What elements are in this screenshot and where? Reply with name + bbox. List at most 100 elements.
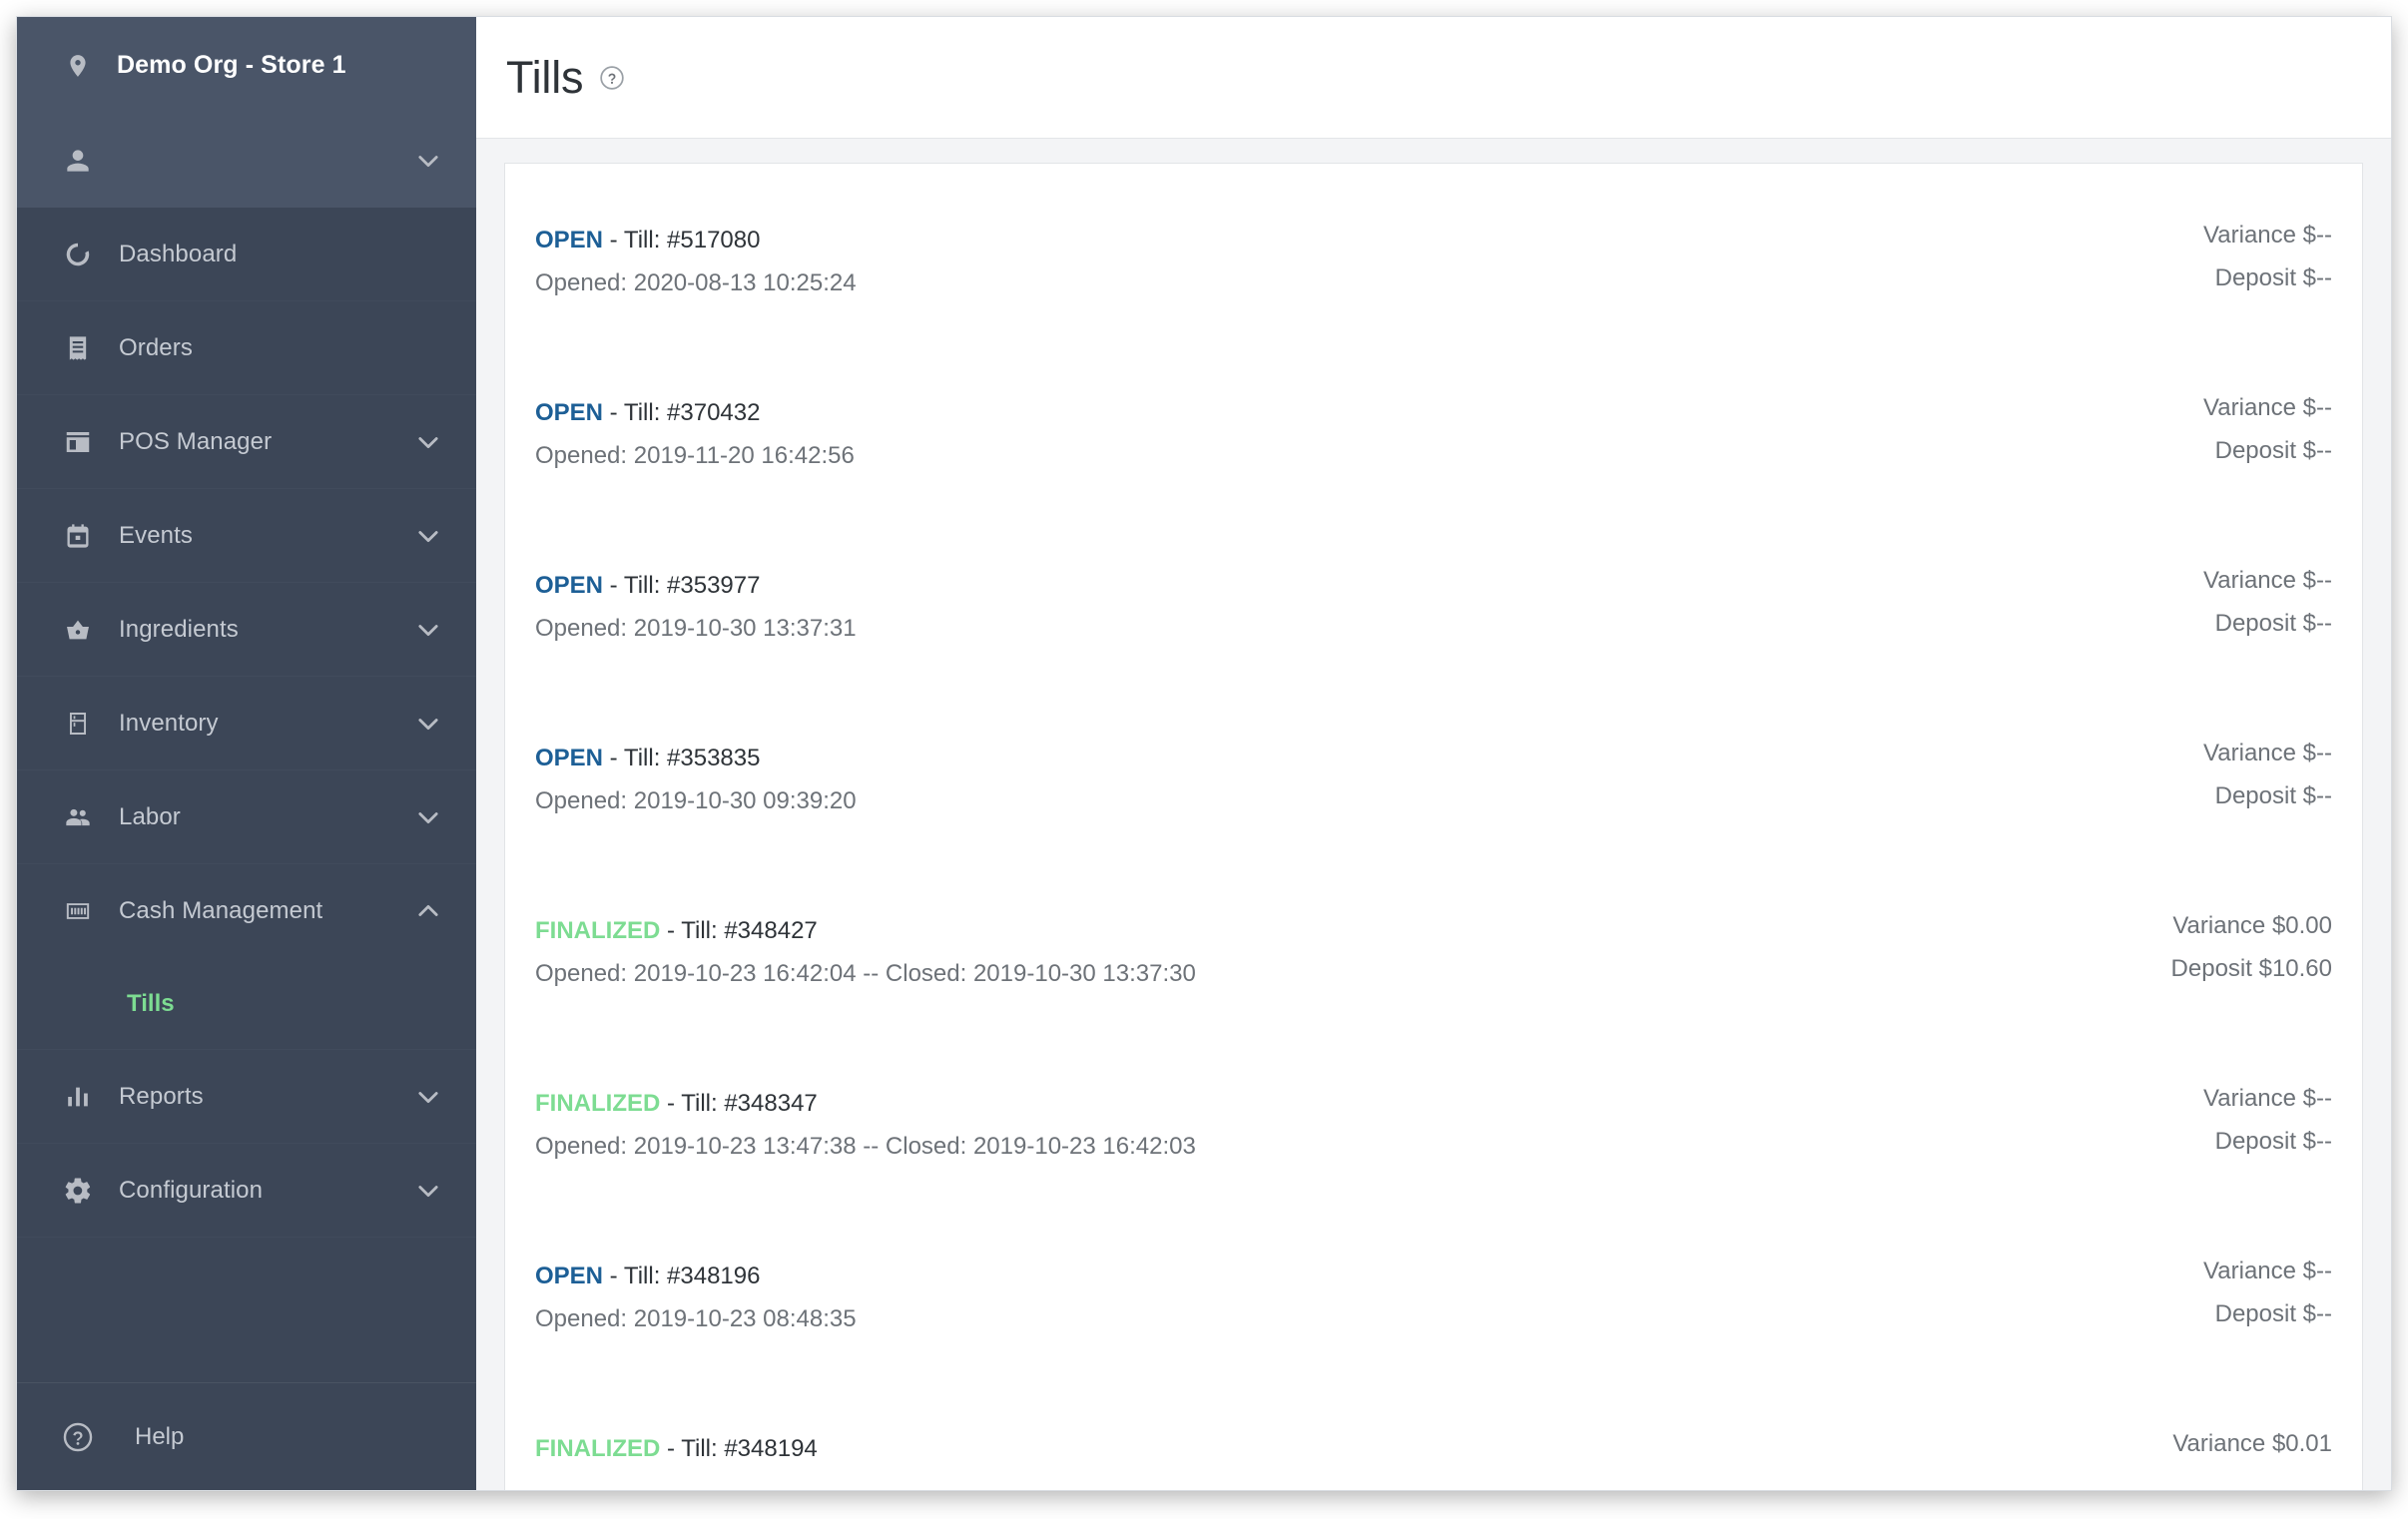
- till-times: Opened: 2019-10-30 13:37:31: [535, 615, 857, 643]
- table-row[interactable]: OPEN - Till: #353977 Opened: 2019-10-30 …: [535, 509, 2332, 682]
- till-amounts: Variance $0.00 Deposit $10.60: [2171, 854, 2332, 986]
- till-id: Till: #370432: [623, 399, 761, 426]
- till-deposit: Deposit $--: [2214, 264, 2332, 292]
- app-window: Demo Org - Store 1 Dashboard Orders POS …: [16, 16, 2392, 1491]
- till-heading: FINALIZED - Till: #348347: [535, 1087, 1196, 1121]
- org-selector[interactable]: Demo Org - Store 1: [17, 17, 476, 114]
- status-badge: OPEN: [535, 227, 604, 253]
- basket-icon: [61, 616, 95, 644]
- till-info: OPEN - Till: #370432 Opened: 2019-11-20 …: [535, 336, 855, 473]
- till-deposit: Deposit $--: [2214, 610, 2332, 638]
- user-menu-toggle[interactable]: [17, 114, 476, 208]
- table-row[interactable]: FINALIZED - Till: #348347 Opened: 2019-1…: [535, 1027, 2332, 1200]
- chevron-down-icon[interactable]: [414, 616, 442, 644]
- tills-scroll-area[interactable]: OPEN - Till: #517080 Opened: 2020-08-13 …: [476, 139, 2391, 1490]
- sidebar-item-ingredients[interactable]: Ingredients: [17, 583, 476, 677]
- chevron-down-icon[interactable]: [414, 803, 442, 831]
- table-row[interactable]: OPEN - Till: #348196 Opened: 2019-10-23 …: [535, 1200, 2332, 1372]
- gear-icon: [61, 1176, 95, 1206]
- bar-chart-icon: [61, 1083, 95, 1111]
- till-deposit: Deposit $--: [2214, 782, 2332, 810]
- till-times: Opened: 2019-11-20 16:42:56: [535, 442, 855, 470]
- till-heading: FINALIZED - Till: #348194: [535, 1432, 818, 1466]
- till-variance: Variance $--: [2203, 222, 2332, 249]
- till-heading: OPEN - Till: #370432: [535, 396, 855, 430]
- till-deposit: Deposit $--: [2214, 1300, 2332, 1328]
- till-heading: OPEN - Till: #517080: [535, 224, 857, 257]
- till-variance: Variance $--: [2203, 1258, 2332, 1284]
- chevron-down-icon[interactable]: [414, 428, 442, 456]
- table-row[interactable]: FINALIZED - Till: #348194 Variance $0.01: [535, 1372, 2332, 1490]
- sidebar-footer: Help: [17, 1382, 476, 1490]
- till-separator: -: [660, 1435, 682, 1462]
- sidebar-help-label: Help: [135, 1422, 185, 1450]
- sidebar-item-label: POS Manager: [119, 427, 273, 455]
- org-name: Demo Org - Store 1: [117, 51, 346, 79]
- sidebar-item-tills[interactable]: Tills: [17, 958, 476, 1050]
- storefront-icon: [61, 427, 95, 457]
- sidebar-item-dashboard[interactable]: Dashboard: [17, 208, 476, 301]
- sidebar-item-help[interactable]: Help: [17, 1383, 476, 1490]
- till-id: Till: #348427: [681, 917, 818, 944]
- calendar-icon: [61, 522, 95, 550]
- till-deposit: Deposit $--: [2214, 1128, 2332, 1156]
- till-info: FINALIZED - Till: #348427 Opened: 2019-1…: [535, 854, 1196, 991]
- sidebar-item-configuration[interactable]: Configuration: [17, 1144, 476, 1238]
- till-info: FINALIZED - Till: #348347 Opened: 2019-1…: [535, 1027, 1196, 1164]
- till-separator: -: [603, 745, 624, 771]
- chevron-down-icon[interactable]: [414, 1083, 442, 1111]
- till-times: Opened: 2019-10-23 13:47:38 -- Closed: 2…: [535, 1133, 1196, 1161]
- chevron-down-icon: [414, 147, 442, 175]
- till-amounts: Variance $-- Deposit $--: [2203, 1027, 2332, 1159]
- page-title: Tills: [506, 51, 584, 103]
- till-id: Till: #348194: [681, 1435, 818, 1462]
- sidebar-item-events[interactable]: Events: [17, 489, 476, 583]
- chevron-down-icon[interactable]: [414, 710, 442, 738]
- sidebar-item-pos-manager[interactable]: POS Manager: [17, 395, 476, 489]
- sidebar-item-label: Cash Management: [119, 897, 323, 924]
- till-heading: FINALIZED - Till: #348427: [535, 914, 1196, 948]
- till-amounts: Variance $-- Deposit $--: [2203, 1200, 2332, 1331]
- sidebar-item-orders[interactable]: Orders: [17, 301, 476, 395]
- status-badge: OPEN: [535, 745, 604, 771]
- dashboard-donut-icon: [61, 240, 95, 269]
- chevron-down-icon[interactable]: [414, 522, 442, 550]
- till-heading: OPEN - Till: #353835: [535, 742, 857, 775]
- status-badge: FINALIZED: [535, 1090, 661, 1117]
- table-row[interactable]: OPEN - Till: #353835 Opened: 2019-10-30 …: [535, 682, 2332, 854]
- help-circle-icon: [61, 1420, 95, 1454]
- sidebar-nav: Dashboard Orders POS Manager Events Ingr…: [17, 208, 476, 1382]
- sidebar-item-reports[interactable]: Reports: [17, 1050, 476, 1144]
- status-badge: OPEN: [535, 1263, 604, 1289]
- till-id: Till: #348196: [623, 1263, 761, 1289]
- sidebar-item-inventory[interactable]: Inventory: [17, 677, 476, 770]
- till-times: Opened: 2019-10-23 16:42:04 -- Closed: 2…: [535, 960, 1196, 988]
- status-badge: OPEN: [535, 572, 604, 599]
- till-separator: -: [603, 399, 624, 426]
- till-times: Opened: 2019-10-23 08:48:35: [535, 1305, 857, 1333]
- people-icon: [61, 803, 95, 831]
- till-times: Opened: 2019-10-30 09:39:20: [535, 787, 857, 815]
- sidebar-item-label: Configuration: [119, 1176, 264, 1204]
- chevron-down-icon[interactable]: [414, 1177, 442, 1205]
- table-row[interactable]: OPEN - Till: #517080 Opened: 2020-08-13 …: [535, 164, 2332, 336]
- help-circle-icon[interactable]: [599, 65, 625, 91]
- till-times: Opened: 2020-08-13 10:25:24: [535, 269, 857, 297]
- receipt-icon: [61, 333, 95, 363]
- sidebar-item-label: Dashboard: [119, 240, 238, 267]
- money-bill-icon: [61, 898, 95, 924]
- till-id: Till: #353977: [623, 572, 761, 599]
- till-amounts: Variance $-- Deposit $--: [2203, 509, 2332, 641]
- sidebar-item-labor[interactable]: Labor: [17, 770, 476, 864]
- table-row[interactable]: FINALIZED - Till: #348427 Opened: 2019-1…: [535, 854, 2332, 1027]
- sidebar-item-cash-management[interactable]: Cash Management: [17, 864, 476, 958]
- status-badge: OPEN: [535, 399, 604, 426]
- till-variance: Variance $--: [2203, 740, 2332, 766]
- table-row[interactable]: OPEN - Till: #370432 Opened: 2019-11-20 …: [535, 336, 2332, 509]
- page-header: Tills: [476, 17, 2391, 139]
- till-deposit: Deposit $--: [2214, 437, 2332, 465]
- person-icon: [61, 145, 95, 177]
- sidebar-item-label: Reports: [119, 1082, 204, 1110]
- till-separator: -: [603, 572, 624, 599]
- chevron-up-icon[interactable]: [414, 897, 442, 925]
